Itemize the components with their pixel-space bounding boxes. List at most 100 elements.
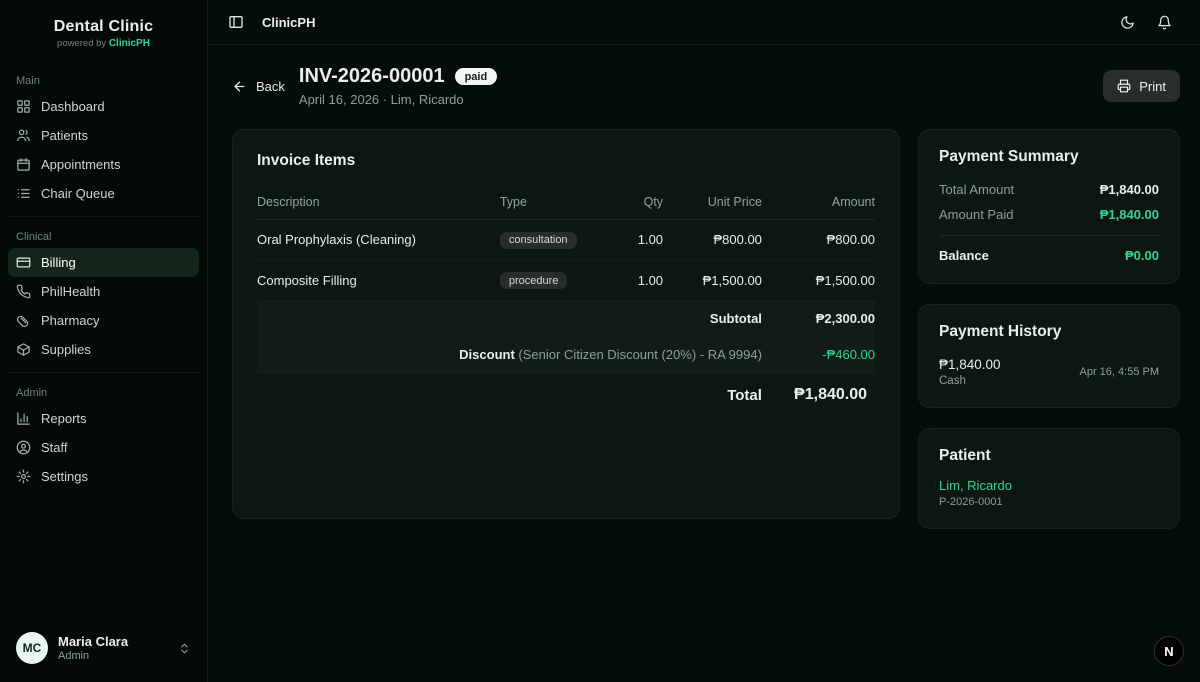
user-name: Maria Clara [58, 634, 128, 649]
n-logo-button[interactable]: N [1154, 636, 1184, 666]
invoice-items-title: Invoice Items [257, 152, 875, 170]
col-type: Type [492, 186, 609, 220]
section-label-main: Main [8, 69, 199, 92]
dark-mode-toggle-moon-icon[interactable] [1116, 11, 1139, 34]
col-description: Description [257, 186, 492, 220]
patient-name-link[interactable]: Lim, Ricardo [939, 478, 1159, 493]
item-amount: ₱1,500.00 [770, 260, 875, 301]
total-amount: ₱1,840.00 [770, 373, 875, 411]
sidebar-item-label: Reports [41, 411, 87, 426]
invoice-subtitle: April 16, 2026 · Lim, Ricardo [299, 92, 497, 107]
back-arrow-icon [232, 79, 247, 94]
sidebar: Dental Clinic powered by ClinicPH Main D… [0, 0, 208, 682]
sidebar-item-label: Billing [41, 255, 76, 270]
patients-icon [16, 128, 31, 143]
discount-row: Discount (Senior Citizen Discount (20%) … [257, 337, 875, 373]
payment-history-card: Payment History ₱1,840.00 Cash Apr 16, 4… [918, 304, 1180, 408]
sidebar-item-billing[interactable]: Billing [8, 248, 199, 277]
page-title: INV-2026-00001 [299, 65, 445, 88]
back-button[interactable]: Back [232, 79, 285, 94]
payment-summary-title: Payment Summary [939, 148, 1159, 166]
settings-icon [16, 469, 31, 484]
page-header: Back INV-2026-00001 paid April 16, 2026 … [208, 45, 1200, 107]
invoice-items-card: Invoice Items Description Type Qty Unit … [232, 129, 900, 519]
divider [939, 235, 1159, 236]
sidebar-item-reports[interactable]: Reports [8, 404, 199, 433]
item-qty: 1.00 [609, 220, 671, 261]
subtotal-row: Subtotal ₱2,300.00 [257, 301, 875, 337]
sidebar-item-staff[interactable]: Staff [8, 433, 199, 462]
table-header-row: Description Type Qty Unit Price Amount [257, 186, 875, 220]
brand-clinicph: ClinicPH [109, 38, 150, 49]
total-amount-row: Total Amount ₱1,840.00 [939, 182, 1159, 197]
payment-history-title: Payment History [939, 323, 1159, 341]
col-unit-price: Unit Price [671, 186, 770, 220]
payment-method: Cash [939, 375, 1001, 387]
page-content: Back INV-2026-00001 paid April 16, 2026 … [208, 45, 1200, 529]
payment-timestamp: Apr 16, 4:55 PM [1080, 366, 1160, 378]
supplies-icon [16, 342, 31, 357]
dashboard-icon [16, 99, 31, 114]
discount-amount: -₱460.00 [770, 337, 875, 373]
printer-icon [1117, 79, 1131, 93]
sidebar-item-label: Dashboard [41, 99, 105, 114]
item-unit-price: ₱800.00 [671, 220, 770, 261]
reports-icon [16, 411, 31, 426]
patient-card-title: Patient [939, 447, 1159, 465]
pharmacy-icon [16, 313, 31, 328]
item-unit-price: ₱1,500.00 [671, 260, 770, 301]
sidebar-item-dashboard[interactable]: Dashboard [8, 92, 199, 121]
patient-id: P-2026-0001 [939, 496, 1159, 508]
item-qty: 1.00 [609, 260, 671, 301]
subtotal-label: Subtotal [257, 301, 770, 337]
summary-amount-paid: ₱1,840.00 [1100, 207, 1159, 222]
sidebar-item-supplies[interactable]: Supplies [8, 335, 199, 364]
balance-row: Balance ₱0.00 [939, 248, 1159, 263]
sidebar-item-settings[interactable]: Settings [8, 462, 199, 491]
notifications-bell-icon[interactable] [1153, 11, 1176, 34]
app-title: Dental Clinic [8, 18, 199, 36]
chair-queue-icon [16, 186, 31, 201]
summary-total-amount: ₱1,840.00 [1100, 182, 1159, 197]
col-amount: Amount [770, 186, 875, 220]
powered-by: powered by ClinicPH [8, 38, 199, 49]
total-label: Total [257, 373, 770, 411]
subtotal-amount: ₱2,300.00 [770, 301, 875, 337]
sidebar-item-chair-queue[interactable]: Chair Queue [8, 179, 199, 208]
billing-icon [16, 255, 31, 270]
payment-amount: ₱1,840.00 [939, 357, 1001, 372]
table-row: Composite Filling procedure 1.00 ₱1,500.… [257, 260, 875, 301]
sidebar-toggle-icon[interactable] [224, 10, 248, 34]
staff-icon [16, 440, 31, 455]
topbar-app-name: ClinicPH [262, 15, 315, 30]
print-button[interactable]: Print [1103, 70, 1180, 102]
payment-summary-card: Payment Summary Total Amount ₱1,840.00 A… [918, 129, 1180, 284]
main-column: ClinicPH Back INV-2026-00001 paid April … [208, 0, 1200, 682]
section-label-admin: Admin [8, 381, 199, 404]
sidebar-item-label: Appointments [41, 157, 121, 172]
sidebar-item-label: Pharmacy [41, 313, 100, 328]
brand: Dental Clinic powered by ClinicPH [8, 14, 199, 61]
sidebar-item-appointments[interactable]: Appointments [8, 150, 199, 179]
content-grid: Invoice Items Description Type Qty Unit … [208, 107, 1200, 529]
payment-history-entry: ₱1,840.00 Cash Apr 16, 4:55 PM [939, 357, 1159, 387]
sidebar-nav: Main Dashboard Patients Appointments Cha… [8, 61, 199, 499]
item-description: Composite Filling [257, 260, 492, 301]
sidebar-item-label: Chair Queue [41, 186, 115, 201]
sidebar-item-label: Supplies [41, 342, 91, 357]
topbar: ClinicPH [208, 0, 1200, 45]
philhealth-icon [16, 284, 31, 299]
patient-card: Patient Lim, Ricardo P-2026-0001 [918, 428, 1180, 529]
discount-detail: (Senior Citizen Discount (20%) - RA 9994… [518, 347, 762, 362]
total-row: Total ₱1,840.00 [257, 373, 875, 411]
user-role: Admin [58, 650, 128, 662]
sidebar-item-patients[interactable]: Patients [8, 121, 199, 150]
appointments-icon [16, 157, 31, 172]
chevrons-up-down-icon [178, 642, 191, 655]
item-description: Oral Prophylaxis (Cleaning) [257, 220, 492, 261]
sidebar-item-philhealth[interactable]: PhilHealth [8, 277, 199, 306]
right-column: Payment Summary Total Amount ₱1,840.00 A… [918, 129, 1180, 529]
sidebar-item-pharmacy[interactable]: Pharmacy [8, 306, 199, 335]
invoice-items-table: Description Type Qty Unit Price Amount O… [257, 186, 875, 410]
user-menu[interactable]: MC Maria Clara Admin [8, 626, 199, 670]
